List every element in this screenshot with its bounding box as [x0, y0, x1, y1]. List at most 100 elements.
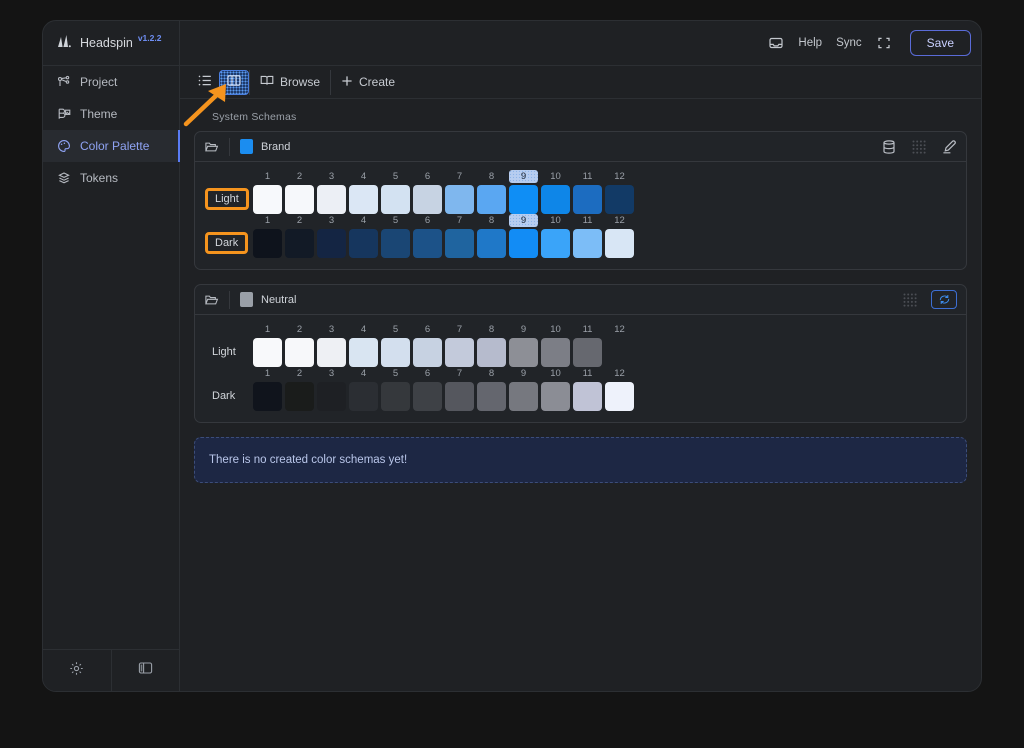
color-swatch[interactable] [573, 229, 602, 258]
color-swatch[interactable] [253, 185, 282, 214]
color-swatch[interactable] [317, 382, 346, 411]
color-swatch[interactable] [253, 382, 282, 411]
color-swatch[interactable] [573, 382, 602, 411]
folder-open-icon[interactable] [204, 293, 219, 307]
database-button[interactable] [881, 139, 897, 155]
ramp-column-number[interactable]: 1 [253, 367, 282, 380]
ramp-column-number[interactable]: 5 [381, 170, 410, 183]
color-swatch[interactable] [381, 185, 410, 214]
color-swatch[interactable] [413, 338, 442, 367]
ramp-column-number[interactable]: 4 [349, 367, 378, 380]
ramp-column-number[interactable]: 10 [541, 323, 570, 336]
fullscreen-icon[interactable] [876, 35, 892, 51]
ramp-column-number[interactable]: 1 [253, 323, 282, 336]
color-swatch[interactable] [573, 338, 602, 367]
ramp-mode-label[interactable]: Dark [205, 387, 242, 405]
ramp-column-number[interactable]: 12 [605, 367, 634, 380]
ramp-column-number[interactable]: 8 [477, 367, 506, 380]
tab-create[interactable]: Create [331, 70, 405, 95]
help-link[interactable]: Help [798, 37, 822, 49]
color-swatch[interactable] [541, 185, 570, 214]
color-swatch[interactable] [317, 185, 346, 214]
color-swatch[interactable] [477, 338, 506, 367]
color-swatch[interactable] [413, 185, 442, 214]
ramp-column-number[interactable]: 8 [477, 170, 506, 183]
color-swatch[interactable] [573, 185, 602, 214]
color-swatch[interactable] [605, 229, 634, 258]
ramp-column-number[interactable]: 2 [285, 214, 314, 227]
color-swatch[interactable] [477, 185, 506, 214]
color-swatch[interactable] [253, 338, 282, 367]
color-swatch[interactable] [381, 338, 410, 367]
ramp-column-number[interactable]: 3 [317, 170, 346, 183]
ramp-column-number[interactable]: 2 [285, 367, 314, 380]
ramp-column-number[interactable]: 10 [541, 214, 570, 227]
ramp-column-number[interactable]: 9 [509, 323, 538, 336]
ramp-column-number[interactable]: 9 [509, 170, 538, 183]
ramp-column-number[interactable]: 4 [349, 214, 378, 227]
color-swatch[interactable] [541, 338, 570, 367]
ramp-column-number[interactable]: 4 [349, 323, 378, 336]
tab-list-view[interactable] [191, 70, 219, 95]
color-swatch[interactable] [477, 229, 506, 258]
color-swatch[interactable] [317, 229, 346, 258]
ramp-column-number[interactable]: 5 [381, 367, 410, 380]
sidebar-item-theme[interactable]: Theme [43, 98, 179, 130]
ramp-column-number[interactable]: 11 [573, 367, 602, 380]
color-swatch[interactable] [349, 185, 378, 214]
ramp-mode-label[interactable]: Dark [205, 231, 249, 254]
ramp-column-number[interactable]: 5 [381, 214, 410, 227]
color-swatch[interactable] [381, 382, 410, 411]
ramp-column-number[interactable]: 11 [573, 214, 602, 227]
ramp-column-number[interactable]: 2 [285, 170, 314, 183]
ramp-column-number[interactable]: 7 [445, 323, 474, 336]
ramp-mode-label[interactable]: Light [205, 343, 243, 361]
ramp-column-number[interactable]: 9 [509, 367, 538, 380]
ramp-column-number[interactable]: 3 [317, 214, 346, 227]
ramp-column-number[interactable]: 3 [317, 367, 346, 380]
ramp-column-number[interactable]: 2 [285, 323, 314, 336]
color-swatch[interactable] [445, 229, 474, 258]
color-swatch[interactable] [285, 229, 314, 258]
color-swatch[interactable] [509, 338, 538, 367]
ramp-column-number[interactable]: 1 [253, 214, 282, 227]
sidebar-item-color-palette[interactable]: Color Palette [43, 130, 180, 162]
color-swatch[interactable] [253, 229, 282, 258]
panel-toggle-button[interactable] [110, 650, 180, 691]
color-swatch[interactable] [509, 185, 538, 214]
color-swatch[interactable] [413, 382, 442, 411]
color-swatch[interactable] [445, 185, 474, 214]
ramp-column-number[interactable]: 9 [509, 214, 538, 227]
color-swatch[interactable] [317, 338, 346, 367]
color-swatch[interactable] [541, 229, 570, 258]
refresh-button[interactable] [931, 290, 957, 309]
ramp-column-number[interactable]: 6 [413, 214, 442, 227]
ramp-column-number[interactable]: 5 [381, 323, 410, 336]
folder-open-icon[interactable] [204, 140, 219, 154]
grid-dots-button[interactable] [902, 292, 918, 308]
ramp-column-number[interactable]: 8 [477, 214, 506, 227]
schema-color-swatch[interactable] [240, 139, 253, 154]
color-swatch[interactable] [541, 382, 570, 411]
ramp-mode-label[interactable]: Light [205, 187, 249, 210]
color-swatch[interactable] [349, 229, 378, 258]
ramp-column-number[interactable]: 11 [573, 170, 602, 183]
color-swatch[interactable] [445, 382, 474, 411]
theme-toggle-button[interactable] [43, 650, 111, 691]
color-swatch[interactable] [413, 229, 442, 258]
edit-button[interactable] [941, 139, 957, 155]
sync-link[interactable]: Sync [836, 37, 862, 49]
save-button[interactable]: Save [909, 30, 971, 56]
color-swatch[interactable] [605, 338, 634, 367]
ramp-column-number[interactable]: 6 [413, 367, 442, 380]
color-swatch[interactable] [285, 338, 314, 367]
color-swatch[interactable] [605, 382, 634, 411]
color-swatch[interactable] [605, 185, 634, 214]
ramp-column-number[interactable]: 6 [413, 323, 442, 336]
ramp-column-number[interactable]: 3 [317, 323, 346, 336]
color-swatch[interactable] [285, 185, 314, 214]
color-swatch[interactable] [509, 382, 538, 411]
ramp-column-number[interactable]: 7 [445, 214, 474, 227]
schema-color-swatch[interactable] [240, 292, 253, 307]
tab-browse[interactable]: Browse [250, 69, 332, 95]
